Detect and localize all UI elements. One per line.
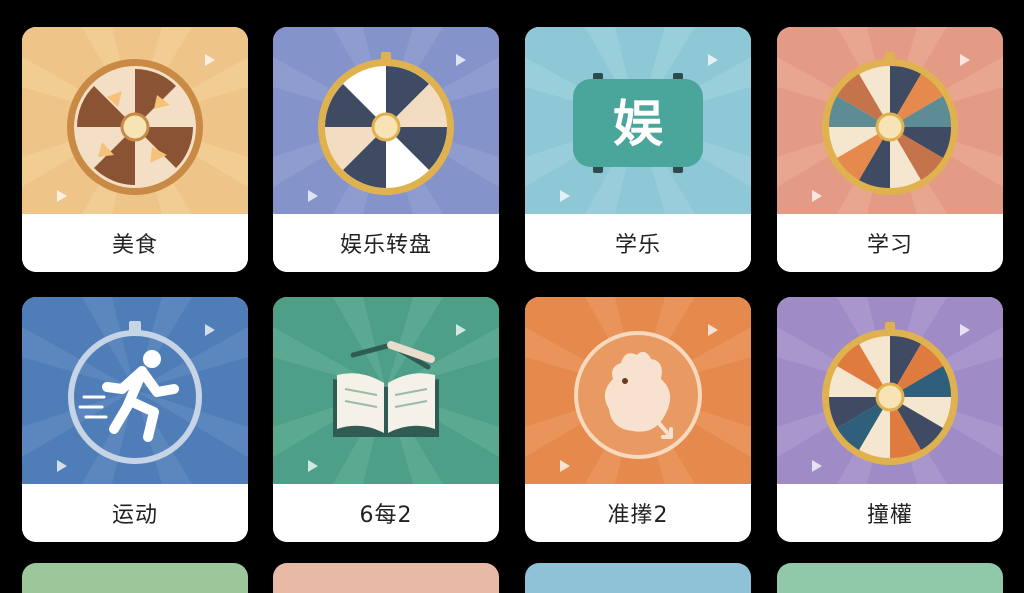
category-card-6mei2[interactable]: 6每2 bbox=[273, 297, 499, 542]
category-card-xuele[interactable]: 娱 学乐 bbox=[525, 27, 751, 272]
entertainment-badge-icon: 娱 bbox=[525, 27, 751, 214]
card-label: 准搼2 bbox=[525, 484, 751, 542]
open-book-icon bbox=[273, 297, 499, 484]
card-art bbox=[777, 297, 1003, 484]
card-label: 6每2 bbox=[273, 484, 499, 542]
study-wheel-icon bbox=[777, 27, 1003, 214]
wheel-category-grid: 美食 娱乐转盘 娱 学乐 学习 运动 6每2 准搼2 撞權 bbox=[0, 0, 1024, 593]
category-card-partial[interactable] bbox=[777, 563, 1003, 593]
card-art bbox=[273, 297, 499, 484]
badge-text: 娱 bbox=[613, 95, 663, 153]
card-label: 娱乐转盘 bbox=[273, 214, 499, 272]
card-art bbox=[273, 27, 499, 214]
card-art bbox=[777, 27, 1003, 214]
card-art: 娱 bbox=[525, 27, 751, 214]
category-card-partial[interactable] bbox=[22, 563, 248, 593]
card-label: 美食 bbox=[22, 214, 248, 272]
category-card-zhunbian2[interactable]: 准搼2 bbox=[525, 297, 751, 542]
card-label: 学乐 bbox=[525, 214, 751, 272]
card-art bbox=[22, 297, 248, 484]
category-card-study[interactable]: 学习 bbox=[777, 27, 1003, 272]
card-label: 学习 bbox=[777, 214, 1003, 272]
category-card-sports[interactable]: 运动 bbox=[22, 297, 248, 542]
category-card-entertainment-wheel[interactable]: 娱乐转盘 bbox=[273, 27, 499, 272]
card-art bbox=[22, 27, 248, 214]
food-wheel-icon bbox=[22, 27, 248, 214]
chicken-icon bbox=[525, 297, 751, 484]
card-label: 运动 bbox=[22, 484, 248, 542]
category-card-partial[interactable] bbox=[525, 563, 751, 593]
category-card-partial[interactable] bbox=[273, 563, 499, 593]
color-wheel-icon bbox=[777, 297, 1003, 484]
category-card-zhuangquan[interactable]: 撞權 bbox=[777, 297, 1003, 542]
card-label: 撞權 bbox=[777, 484, 1003, 542]
running-person-icon bbox=[22, 297, 248, 484]
entertainment-wheel-icon bbox=[273, 27, 499, 214]
category-card-food[interactable]: 美食 bbox=[22, 27, 248, 272]
card-art bbox=[525, 297, 751, 484]
